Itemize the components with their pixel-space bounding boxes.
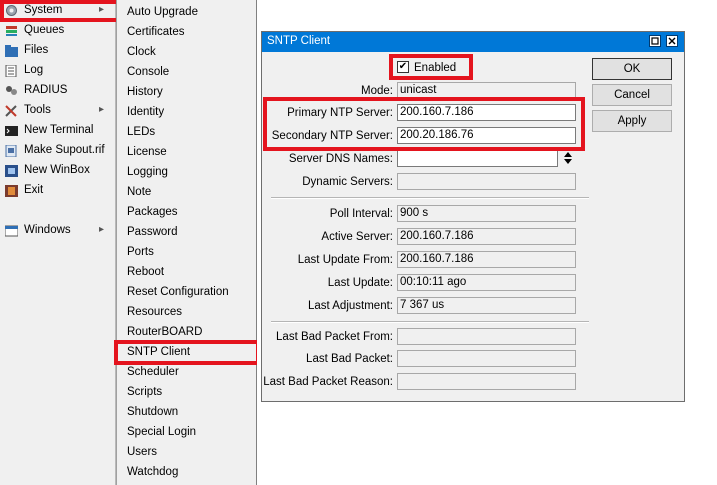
- main-menu: System ▸ Queues Files Log RADIUS Tools ▸: [0, 0, 116, 485]
- last-update-from-field: 200.160.7.186: [397, 251, 576, 268]
- close-icon[interactable]: [666, 35, 678, 47]
- folder-icon: [5, 44, 18, 57]
- submenu-item-watchdog[interactable]: Watchdog: [127, 462, 255, 482]
- last-adjustment-label: Last Adjustment:: [307, 300, 393, 312]
- queues-icon: [5, 24, 18, 36]
- menu-item-windows[interactable]: Windows ▸: [0, 220, 116, 240]
- submenu-item-license[interactable]: License: [127, 142, 255, 162]
- last-adjustment-field: 7 367 us: [397, 297, 576, 314]
- menu-item-queues[interactable]: Queues: [0, 20, 116, 40]
- active-server-label: Active Server:: [321, 231, 393, 243]
- menu-item-label: RADIUS: [24, 84, 68, 96]
- menu-item-new-winbox[interactable]: New WinBox: [0, 160, 116, 180]
- system-highlight-box: [0, 0, 120, 22]
- submenu-item-resources[interactable]: Resources: [127, 302, 255, 322]
- cancel-button[interactable]: Cancel: [592, 84, 672, 106]
- system-submenu: Auto Upgrade Certificates Clock Console …: [116, 0, 257, 485]
- last-update-field: 00:10:11 ago: [397, 274, 576, 291]
- submenu-item-identity[interactable]: Identity: [127, 102, 255, 122]
- menu-item-make-supout[interactable]: Make Supout.rif: [0, 140, 116, 160]
- dynamic-servers-label: Dynamic Servers:: [302, 176, 393, 188]
- submenu-item-routerboard[interactable]: RouterBOARD: [127, 322, 255, 342]
- submenu-item-packages[interactable]: Packages: [127, 202, 255, 222]
- sntp-client-dialog: SNTP Client ✔ Enabled Mode: unicast Prim…: [261, 31, 685, 402]
- menu-item-label: Tools: [24, 104, 51, 116]
- separator: [271, 321, 589, 323]
- submenu-item-logging[interactable]: Logging: [127, 162, 255, 182]
- sntp-client-highlight-box: [114, 340, 260, 365]
- last-bad-packet-reason-label: Last Bad Packet Reason:: [263, 376, 393, 388]
- dialog-titlebar[interactable]: SNTP Client: [262, 32, 684, 52]
- submenu-item-reset-configuration[interactable]: Reset Configuration: [127, 282, 255, 302]
- enabled-highlight-box: [389, 54, 473, 80]
- submenu-item-scheduler[interactable]: Scheduler: [127, 362, 255, 382]
- terminal-icon: [5, 124, 18, 136]
- log-icon: [5, 64, 18, 78]
- submenu-item-note[interactable]: Note: [127, 182, 255, 202]
- menu-item-radius[interactable]: RADIUS: [0, 80, 116, 100]
- menu-item-label: Exit: [24, 184, 44, 196]
- menu-item-label: New WinBox: [24, 164, 90, 176]
- ok-button[interactable]: OK: [592, 58, 672, 80]
- last-bad-packet-from-label: Last Bad Packet From:: [276, 331, 393, 343]
- last-bad-packet-reason-field: [397, 373, 576, 390]
- menu-item-new-terminal[interactable]: New Terminal: [0, 120, 116, 140]
- submenu-item-history[interactable]: History: [127, 82, 255, 102]
- poll-interval-field: 900 s: [397, 205, 576, 222]
- last-update-from-label: Last Update From:: [297, 254, 393, 266]
- last-bad-packet-label: Last Bad Packet:: [306, 353, 393, 365]
- submenu-item-ports[interactable]: Ports: [127, 242, 255, 262]
- menu-item-exit[interactable]: Exit: [0, 180, 116, 200]
- windows-icon: [4, 224, 19, 237]
- submenu-arrow-icon: ▸: [99, 104, 105, 115]
- active-server-field: 200.160.7.186: [397, 228, 576, 245]
- apply-button[interactable]: Apply: [592, 110, 672, 132]
- dns-spinner-icon[interactable]: [563, 150, 573, 166]
- winbox-icon: [5, 164, 18, 177]
- separator: [271, 197, 589, 199]
- submenu-item-clock[interactable]: Clock: [127, 42, 255, 62]
- last-update-label: Last Update:: [327, 277, 393, 289]
- submenu-arrow-icon: ▸: [99, 224, 105, 235]
- dynamic-servers-field: [397, 173, 576, 190]
- last-bad-packet-field: [397, 350, 576, 367]
- menu-item-label: Log: [24, 64, 44, 76]
- dialog-title: SNTP Client: [267, 35, 331, 47]
- menu-item-label: New Terminal: [24, 124, 94, 136]
- menu-item-label: Windows: [24, 224, 71, 236]
- server-dns-names-input[interactable]: [397, 150, 558, 167]
- submenu-item-console[interactable]: Console: [127, 62, 255, 82]
- radius-icon: [5, 84, 18, 96]
- submenu-item-users[interactable]: Users: [127, 442, 255, 462]
- submenu-item-leds[interactable]: LEDs: [127, 122, 255, 142]
- menu-item-files[interactable]: Files: [0, 40, 116, 60]
- maximize-icon[interactable]: [649, 35, 661, 47]
- submenu-item-reboot[interactable]: Reboot: [127, 262, 255, 282]
- menu-item-label: Files: [24, 44, 49, 56]
- menu-item-label: Make Supout.rif: [24, 144, 105, 156]
- submenu-item-shutdown[interactable]: Shutdown: [127, 402, 255, 422]
- submenu-item-special-login[interactable]: Special Login: [127, 422, 255, 442]
- submenu-item-auto-upgrade[interactable]: Auto Upgrade: [127, 2, 255, 22]
- submenu-item-certificates[interactable]: Certificates: [127, 22, 255, 42]
- menu-item-tools[interactable]: Tools ▸: [0, 100, 116, 120]
- menu-item-label: Queues: [24, 24, 65, 36]
- exit-icon: [5, 184, 18, 197]
- supout-icon: [5, 144, 18, 158]
- submenu-item-password[interactable]: Password: [127, 222, 255, 242]
- tools-icon: [5, 104, 18, 117]
- ntp-servers-highlight-box: [263, 97, 585, 151]
- submenu-item-scripts[interactable]: Scripts: [127, 382, 255, 402]
- last-bad-packet-from-field: [397, 328, 576, 345]
- server-dns-names-label: Server DNS Names:: [288, 153, 393, 165]
- menu-item-log[interactable]: Log: [0, 60, 116, 80]
- poll-interval-label: Poll Interval:: [329, 208, 393, 220]
